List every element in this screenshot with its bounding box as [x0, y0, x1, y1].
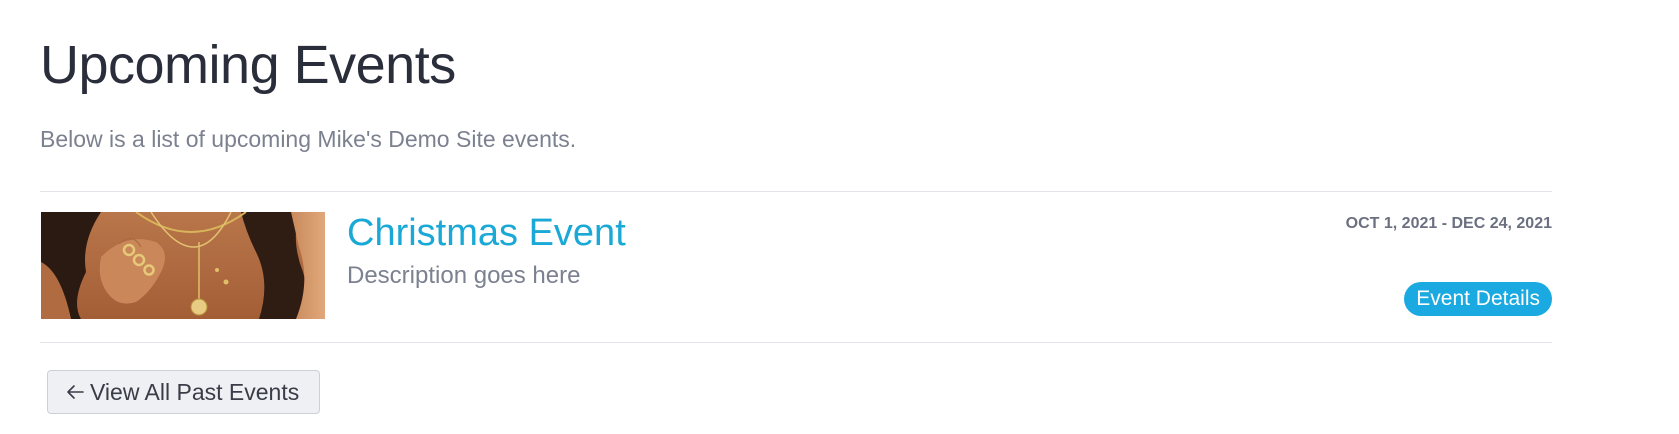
- event-title-link[interactable]: Christmas Event: [347, 210, 626, 256]
- event-list-item: Christmas Event Description goes here OC…: [40, 192, 1552, 342]
- page-subtitle: Below is a list of upcoming Mike's Demo …: [40, 126, 577, 152]
- event-description: Description goes here: [347, 262, 581, 289]
- event-date-range: OCT 1, 2021 - DEC 24, 2021: [1345, 215, 1552, 232]
- event-image[interactable]: [41, 212, 325, 319]
- jewelry-photo: [41, 212, 325, 319]
- view-past-events-button[interactable]: View All Past Events: [47, 370, 320, 414]
- view-past-events-label: View All Past Events: [90, 379, 300, 405]
- divider: [40, 342, 1552, 343]
- upcoming-events-page: Upcoming Events Below is a list of upcom…: [0, 0, 1679, 434]
- event-details-button[interactable]: Event Details: [1404, 282, 1552, 316]
- page-title: Upcoming Events: [40, 35, 456, 95]
- arrow-left-icon: [67, 385, 84, 399]
